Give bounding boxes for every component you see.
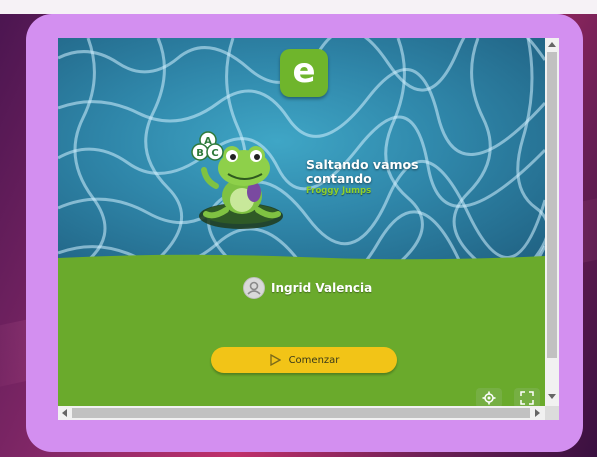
- scroll-left-arrow[interactable]: [62, 409, 67, 417]
- scroll-down-arrow[interactable]: [548, 394, 556, 399]
- start-button[interactable]: Comenzar: [211, 347, 397, 373]
- bubble-letter-a: A: [204, 136, 212, 147]
- top-strip: [0, 0, 597, 14]
- activity-title: Saltando vamos contando: [306, 157, 419, 186]
- horizontal-scroll-thumb[interactable]: [72, 408, 530, 418]
- bubble-letter-b: B: [196, 148, 204, 159]
- frog-illustration: A B C: [191, 131, 283, 229]
- start-button-label: Comenzar: [288, 354, 340, 366]
- user-name: Ingrid Valencia: [271, 281, 373, 295]
- scroll-right-arrow[interactable]: [535, 409, 540, 417]
- scroll-up-arrow[interactable]: [548, 42, 556, 47]
- user-info: Ingrid Valencia: [243, 276, 372, 300]
- play-icon: [269, 354, 281, 366]
- settings-button[interactable]: [476, 388, 502, 406]
- fullscreen-button[interactable]: [514, 388, 540, 406]
- activity-title-block: Saltando vamos contando Froggy Jumps: [306, 157, 476, 197]
- user-icon: [243, 277, 265, 299]
- vertical-scroll-thumb[interactable]: [547, 52, 557, 358]
- bubble-letter-c: C: [211, 148, 218, 159]
- logo-letter: e: [292, 51, 316, 91]
- activity-viewport: e A B C Saltando vamos contando Froggy J…: [58, 38, 545, 406]
- fullscreen-icon: [520, 391, 534, 405]
- horizontal-scrollbar[interactable]: [58, 406, 545, 420]
- exelearning-logo: e: [280, 49, 328, 97]
- gear-icon: [482, 391, 496, 405]
- activity-subtitle: Froggy Jumps: [306, 186, 372, 196]
- scrollbar-corner: [545, 406, 559, 420]
- vertical-scrollbar[interactable]: [545, 38, 559, 406]
